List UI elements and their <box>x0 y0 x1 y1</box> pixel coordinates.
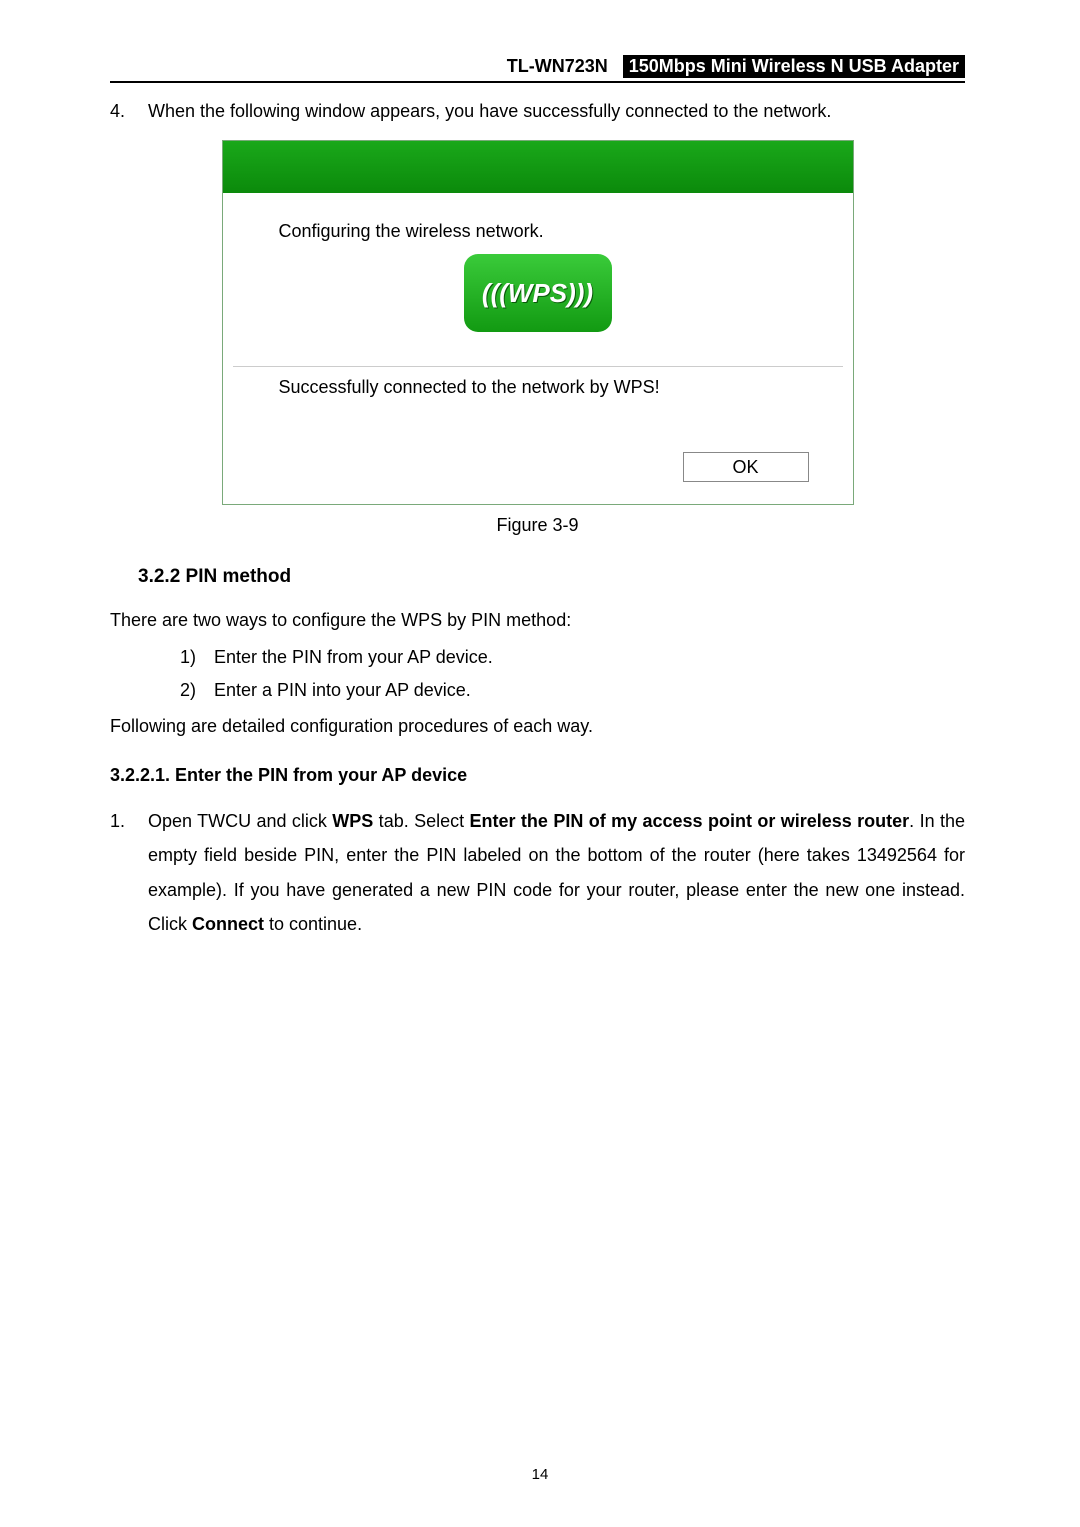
following-line: Following are detailed configuration pro… <box>110 712 965 741</box>
section-3-2-2-heading: 3.2.2 PIN method <box>138 566 965 588</box>
text-frag: tab. Select <box>373 811 469 831</box>
intro-line: There are two ways to configure the WPS … <box>110 606 965 635</box>
step-1-number: 1. <box>110 804 148 941</box>
list-item: 2) Enter a PIN into your AP device. <box>180 674 965 707</box>
enter-pin-bold: Enter the PIN of my access point or wire… <box>470 811 910 831</box>
header-desc: 150Mbps Mini Wireless N USB Adapter <box>623 55 965 78</box>
dialog-body: Configuring the wireless network. (((WPS… <box>223 193 853 366</box>
ok-button[interactable]: OK <box>683 452 809 482</box>
list-item-text: Enter a PIN into your AP device. <box>214 676 471 705</box>
configuring-text: Configuring the wireless network. <box>279 221 797 242</box>
section-3-2-2-1-heading: 3.2.2.1. Enter the PIN from your AP devi… <box>110 765 965 786</box>
wps-badge-wrap: (((WPS))) <box>279 254 797 332</box>
list-item: 1) Enter the PIN from your AP device. <box>180 641 965 674</box>
step-4-row: 4. When the following window appears, yo… <box>110 101 965 122</box>
dialog-wrapper: Configuring the wireless network. (((WPS… <box>110 140 965 505</box>
list-item-text: Enter the PIN from your AP device. <box>214 643 493 672</box>
list-item-number: 1) <box>180 643 214 672</box>
step-1-text: Open TWCU and click WPS tab. Select Ente… <box>148 804 965 941</box>
step-1-row: 1. Open TWCU and click WPS tab. Select E… <box>110 804 965 941</box>
pin-methods-list: 1) Enter the PIN from your AP device. 2)… <box>180 641 965 707</box>
step-4-number: 4. <box>110 101 148 122</box>
text-frag: to continue. <box>264 914 362 934</box>
header-model: TL-WN723N <box>503 55 612 78</box>
figure-caption: Figure 3-9 <box>110 515 965 536</box>
connect-bold: Connect <box>192 914 264 934</box>
dialog-titlebar <box>223 141 853 193</box>
page-number: 14 <box>0 1466 1080 1483</box>
success-text: Successfully connected to the network by… <box>223 367 853 442</box>
wps-icon: (((WPS))) <box>464 254 612 332</box>
step-4-text: When the following window appears, you h… <box>148 101 965 122</box>
wps-label: (((WPS))) <box>482 278 593 309</box>
page-header: TL-WN723N 150Mbps Mini Wireless N USB Ad… <box>110 55 965 83</box>
text-frag: Open TWCU and click <box>148 811 332 831</box>
wps-bold: WPS <box>332 811 373 831</box>
list-item-number: 2) <box>180 676 214 705</box>
dialog-footer: OK <box>223 442 853 504</box>
wps-dialog: Configuring the wireless network. (((WPS… <box>222 140 854 505</box>
